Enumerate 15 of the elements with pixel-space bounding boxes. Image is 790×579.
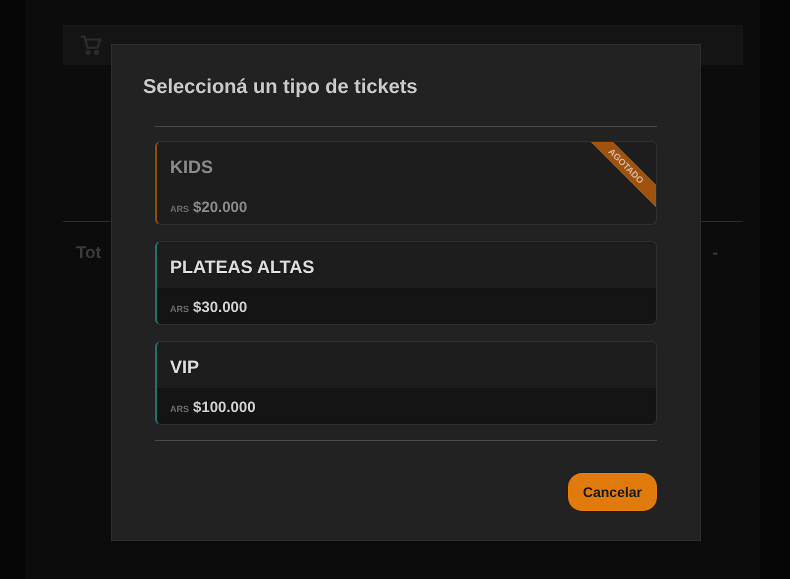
ticket-name: KIDS (170, 157, 214, 177)
total-value: - (712, 242, 718, 264)
cancel-button[interactable]: Cancelar (568, 473, 657, 511)
ticket-option[interactable]: VIP ARS $100.000 (155, 341, 657, 425)
currency-label: ARS (170, 203, 190, 216)
dialog-title: Seleccioná un tipo de tickets (143, 75, 419, 100)
ticket-price: $100.000 (193, 398, 256, 418)
ticket-name: VIP (170, 357, 200, 377)
ticket-price: $30.000 (193, 298, 248, 318)
currency-label: ARS (170, 303, 190, 316)
cart-icon (79, 34, 103, 56)
ticket-option[interactable]: PLATEAS ALTAS ARS $30.000 (155, 241, 657, 325)
ticket-price: $20.000 (193, 198, 248, 218)
ticket-name: PLATEAS ALTAS (170, 257, 314, 277)
currency-label: ARS (170, 403, 190, 416)
